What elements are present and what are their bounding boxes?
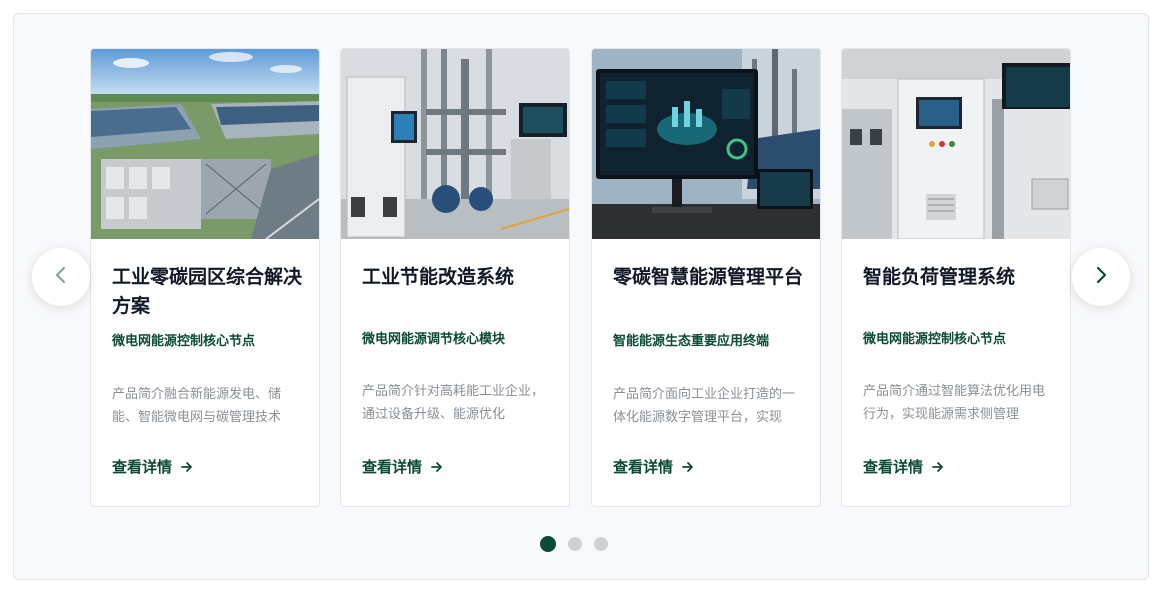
- product-card[interactable]: 工业节能改造系统 微电网能源调节核心模块 产品简介针对高耗能工业企业，通过设备升…: [340, 48, 570, 507]
- card-subtitle: 微电网能源控制核心节点: [112, 334, 256, 349]
- card-description: 产品简介针对高耗能工业企业，通过设备升级、能源优化: [362, 384, 545, 422]
- card-title: 智能负荷管理系统: [863, 266, 1016, 288]
- view-details-link[interactable]: 查看详情: [362, 456, 444, 478]
- product-card[interactable]: 工业零碳园区综合解决方案 微电网能源控制核心节点 产品简介融合新能源发电、储能、…: [90, 48, 320, 507]
- arrow-right-icon: [681, 460, 695, 474]
- view-details-label: 查看详情: [112, 458, 173, 476]
- carousel-pagination: [540, 536, 608, 552]
- arrow-right-icon: [180, 460, 194, 474]
- view-details-label: 查看详情: [362, 458, 423, 476]
- card-image-industrial-park: [91, 49, 319, 239]
- chevron-right-icon: [1093, 265, 1109, 289]
- card-image-energy-retrofit: [341, 49, 569, 239]
- card-image-energy-platform: [592, 49, 820, 239]
- carousel-next-button[interactable]: [1072, 248, 1130, 306]
- card-subtitle: 微电网能源控制核心节点: [863, 332, 1007, 347]
- card-description: 产品简介融合新能源发电、储能、智能微电网与碳管理技术: [112, 387, 282, 425]
- card-title: 工业零碳园区综合解决方案: [112, 266, 303, 317]
- card-subtitle: 智能能源生态重要应用终端: [613, 334, 770, 349]
- card-subtitle: 微电网能源调节核心模块: [362, 332, 506, 347]
- view-details-label: 查看详情: [863, 458, 924, 476]
- arrow-right-icon: [430, 460, 444, 474]
- card-image-load-management: [842, 49, 1070, 239]
- card-title: 工业节能改造系统: [362, 266, 515, 288]
- chevron-left-icon: [53, 265, 69, 289]
- view-details-link[interactable]: 查看详情: [863, 456, 945, 478]
- arrow-right-icon: [931, 460, 945, 474]
- view-details-link[interactable]: 查看详情: [112, 456, 194, 478]
- view-details-link[interactable]: 查看详情: [613, 456, 695, 478]
- card-description: 产品简介面向工业企业打造的一体化能源数字管理平台，实现: [613, 387, 796, 425]
- carousel-prev-button[interactable]: [32, 248, 90, 306]
- product-card[interactable]: 零碳智慧能源管理平台 智能能源生态重要应用终端 产品简介面向工业企业打造的一体化…: [591, 48, 821, 507]
- pagination-dot-3[interactable]: [594, 537, 608, 551]
- pagination-dot-2[interactable]: [568, 537, 582, 551]
- pagination-dot-1[interactable]: [540, 536, 556, 552]
- product-card[interactable]: 智能负荷管理系统 微电网能源控制核心节点 产品简介通过智能算法优化用电行为，实现…: [841, 48, 1071, 507]
- card-description: 产品简介通过智能算法优化用电行为，实现能源需求侧管理: [863, 384, 1046, 422]
- card-title: 零碳智慧能源管理平台: [613, 266, 804, 288]
- view-details-label: 查看详情: [613, 458, 674, 476]
